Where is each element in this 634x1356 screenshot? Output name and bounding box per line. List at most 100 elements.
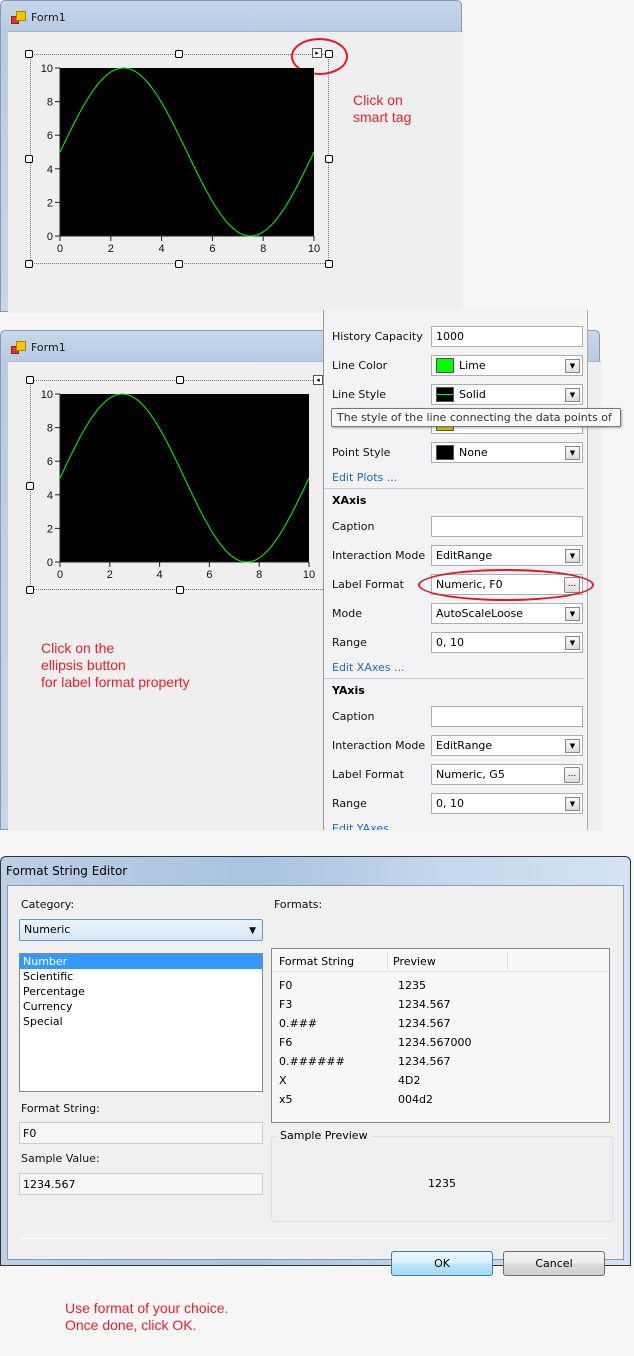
resize-handle[interactable] [175,50,183,58]
xaxis-interaction-mode-dropdown[interactable]: EditRange ▼ [431,545,583,566]
category-item[interactable]: Percentage [20,984,262,999]
y-tick-label: 0 [47,557,53,569]
form-icon [11,341,26,354]
ellipsis-button[interactable]: ... [564,767,580,783]
xaxis-range-label: Range [332,636,367,649]
solid-line-swatch [436,387,454,402]
yaxis-caption-input[interactable] [431,706,583,727]
preview-cell: 1235 [398,979,426,992]
edit-xaxes-link[interactable]: Edit XAxes ... [332,661,405,674]
xaxis-interaction-mode-label: Interaction Mode [332,549,426,562]
x-tick-label: 10 [308,243,320,255]
format-string-input[interactable]: F0 [19,1122,263,1144]
chevron-down-icon[interactable]: ▼ [565,797,580,811]
instruction-step1: Click on smart tag [353,92,412,125]
yaxis-range-label: Range [332,797,367,810]
xaxis-label-format-label: Label Format [332,578,404,591]
point-style-label: Point Style [332,446,391,459]
format-row[interactable]: F6 1234.567000 [279,1036,599,1055]
formats-header: Format String Preview [273,950,608,972]
x-tick-label: 6 [206,569,212,581]
chevron-down-icon[interactable]: ▼ [565,636,580,650]
yaxis-caption-label: Caption [332,710,375,723]
preview-cell: 1234.567 [398,1055,451,1068]
cancel-button[interactable]: Cancel [503,1251,605,1276]
ok-button[interactable]: OK [391,1251,493,1276]
format-string-cell: F3 [279,998,293,1011]
format-row[interactable]: 0.### 1234.567 [279,1017,599,1036]
category-label: Category: [21,898,75,911]
yaxis-label-format-field[interactable]: Numeric, G5 ... [431,764,583,785]
formats-listview[interactable]: Format String Preview F0 1235 F3 1234.567 0.… [271,948,610,1123]
waveform-graph-step2[interactable]: 0 2 4 6 8 10 0 2 4 6 8 10 [30,384,325,594]
edit-plots-link[interactable]: Edit Plots ... [332,471,397,484]
instruction-step3: Use format of your choice. Once done, cl… [65,1300,229,1333]
x-tick-label: 0 [57,569,63,581]
chevron-down-icon: ▼ [249,926,256,936]
line-color-dropdown[interactable]: Lime ▼ [431,355,583,376]
xaxis-mode-dropdown[interactable]: AutoScaleLoose ▼ [431,603,583,624]
format-row[interactable]: F3 1234.567 [279,998,599,1017]
line-style-label: Line Style [332,388,387,401]
x-tick-label: 8 [260,243,266,255]
column-header-preview[interactable]: Preview [393,955,436,968]
yaxis-range-dropdown[interactable]: 0, 10 ▼ [431,793,583,814]
x-tick-label: 8 [256,569,262,581]
format-string-cell: 0.### [279,1017,318,1030]
resize-handle[interactable] [176,376,184,384]
x-tick-label: 4 [159,243,165,255]
format-string-cell: F6 [279,1036,293,1049]
format-string-cell: F0 [279,979,293,992]
preview-cell: 1234.567 [398,1017,451,1030]
x-tick-label: 6 [209,243,215,255]
format-row[interactable]: x5 004d2 [279,1093,599,1112]
category-item[interactable]: Currency [20,999,262,1014]
chevron-down-icon[interactable]: ▼ [565,446,580,460]
chevron-down-icon[interactable]: ▼ [565,549,580,563]
chevron-down-icon[interactable]: ▼ [565,388,580,402]
xaxis-mode-label: Mode [332,607,362,620]
format-row[interactable]: F0 1235 [279,979,599,998]
edit-yaxes-link[interactable]: Edit YAxes ... [332,822,403,830]
yaxis-label-format-label: Label Format [332,768,404,781]
y-tick-label: 10 [41,389,53,401]
history-capacity-label: History Capacity [332,330,423,343]
xaxis-caption-input[interactable] [431,516,583,537]
format-string-label: Format String: [21,1102,100,1115]
window-title: Form1 [31,340,66,354]
xaxis-range-dropdown[interactable]: 0, 10 ▼ [431,632,583,653]
preview-cell: 004d2 [398,1093,433,1106]
x-tick-label: 2 [107,569,113,581]
line-color-label: Line Color [332,359,388,372]
format-string-editor-dialog: Format String Editor Category: Numeric ▼… [0,856,631,1276]
category-listbox[interactable]: Number Scientific Percentage Currency Specia… [19,953,263,1092]
history-capacity-input[interactable]: 1000 [431,326,583,347]
waveform-graph-step1[interactable]: 0 2 4 6 8 10 0 2 4 6 8 10 [30,58,330,268]
x-tick-label: 4 [157,569,163,581]
resize-handle[interactable] [25,50,33,58]
line-style-dropdown[interactable]: Solid ▼ [431,384,583,405]
resize-handle[interactable] [26,376,34,384]
chevron-down-icon[interactable]: ▼ [565,359,580,373]
category-combobox[interactable]: Numeric ▼ [19,919,263,941]
y-tick-label: 4 [47,490,53,502]
format-string-cell: 0.###### [279,1055,345,1068]
column-header-format-string[interactable]: Format String [279,955,354,968]
category-item[interactable]: Number [20,954,262,969]
category-item[interactable]: Scientific [20,969,262,984]
category-item[interactable]: Special [20,1014,262,1029]
chevron-down-icon[interactable]: ▼ [565,739,580,753]
xaxis-caption-label: Caption [332,520,375,533]
sample-value-input[interactable]: 1234.567 [19,1173,263,1195]
black-swatch [436,445,454,460]
format-row[interactable]: X 4D2 [279,1074,599,1093]
x-tick-label: 0 [57,243,63,255]
xaxis-header: XAxis [332,494,367,507]
point-style-dropdown[interactable]: None ▼ [431,442,583,463]
chevron-down-icon[interactable]: ▼ [565,607,580,621]
y-tick-label: 8 [47,97,53,109]
y-tick-label: 6 [47,456,53,468]
format-row[interactable]: 0.###### 1234.567 [279,1055,599,1074]
yaxis-header: YAxis [332,684,365,697]
yaxis-interaction-mode-dropdown[interactable]: EditRange ▼ [431,735,583,756]
